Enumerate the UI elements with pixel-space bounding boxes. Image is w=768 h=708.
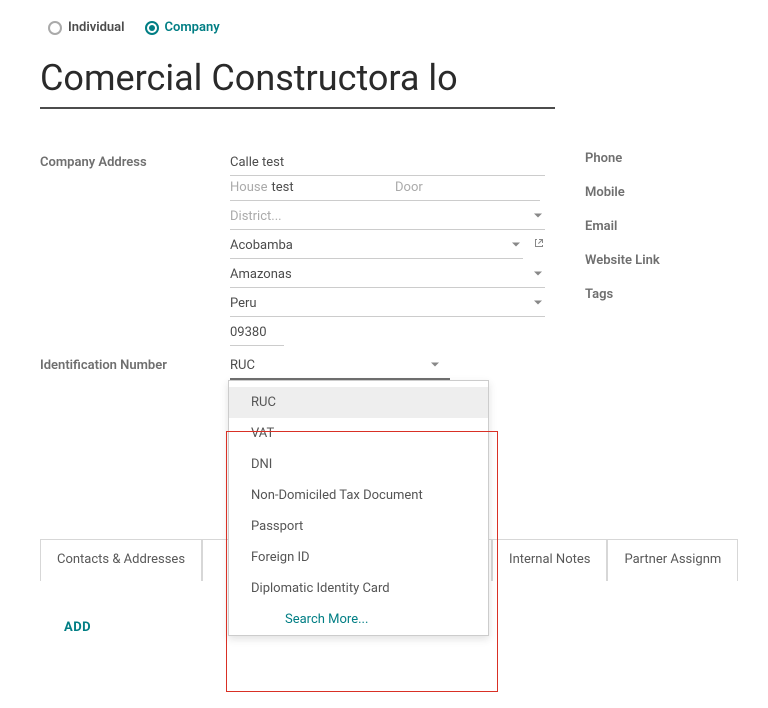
tab-internal-notes[interactable]: Internal Notes — [492, 539, 607, 581]
district-dropdown[interactable]: District... — [230, 203, 545, 230]
company-name-input[interactable]: Comercial Constructora lo — [40, 53, 555, 109]
id-type-dropdown[interactable]: RUC — [230, 352, 450, 380]
tab-partner-assignment[interactable]: Partner Assignm — [607, 539, 738, 581]
house-label: House — [230, 180, 271, 195]
house-input[interactable]: test — [271, 180, 293, 195]
contact-type-individual[interactable]: Individual — [48, 20, 125, 35]
company-address-label: Company Address — [40, 149, 230, 346]
country-dropdown[interactable]: Peru — [230, 290, 545, 317]
radio-icon — [48, 21, 62, 35]
id-type-option[interactable]: Passport — [229, 511, 488, 542]
search-more-link[interactable]: Search More... — [229, 604, 488, 627]
street-input[interactable]: Calle test — [230, 149, 545, 176]
individual-label: Individual — [68, 20, 125, 35]
door-label: Door — [395, 180, 427, 195]
radio-icon — [145, 21, 159, 35]
add-button[interactable]: ADD — [64, 620, 91, 635]
state-dropdown[interactable]: Amazonas — [230, 261, 545, 288]
identification-number-label: Identification Number — [40, 352, 230, 380]
id-type-option[interactable]: Non-Domiciled Tax Document — [229, 480, 488, 511]
id-type-option[interactable]: Diplomatic Identity Card — [229, 573, 488, 604]
tags-label: Tags — [585, 287, 768, 302]
zip-input[interactable]: 09380 — [230, 319, 284, 346]
id-type-option[interactable]: RUC — [229, 387, 488, 418]
external-link-icon[interactable] — [533, 237, 545, 252]
company-label: Company — [165, 20, 220, 35]
id-type-dropdown-panel: RUC VAT DNI Non-Domiciled Tax Document P… — [228, 380, 489, 636]
contact-type-company[interactable]: Company — [145, 20, 220, 35]
phone-label: Phone — [585, 151, 768, 166]
email-label: Email — [585, 219, 768, 234]
tab-contacts-addresses[interactable]: Contacts & Addresses — [40, 539, 202, 581]
city-dropdown[interactable]: Acobamba — [230, 232, 523, 259]
website-label: Website Link — [585, 253, 768, 268]
id-type-option[interactable]: VAT — [229, 418, 488, 449]
id-type-option[interactable]: Foreign ID — [229, 542, 488, 573]
mobile-label: Mobile — [585, 185, 768, 200]
id-type-option[interactable]: DNI — [229, 449, 488, 480]
